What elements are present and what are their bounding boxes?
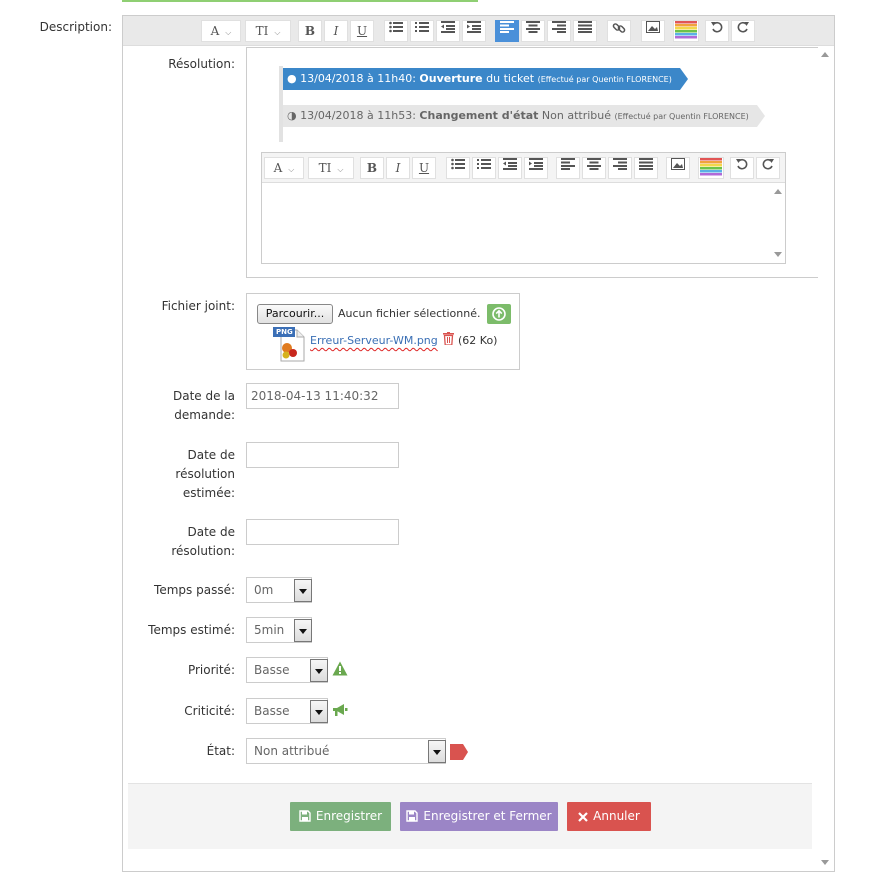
dropdown-arrow-icon[interactable] xyxy=(294,619,312,642)
outdent-icon[interactable] xyxy=(498,157,522,179)
description-label: Description: xyxy=(39,20,112,34)
state-label: État: xyxy=(206,744,235,758)
scroll-up-arrow-icon[interactable] xyxy=(821,52,829,57)
resolution-date-field[interactable] xyxy=(246,519,399,545)
save-and-close-button[interactable]: Enregistrer et Fermer xyxy=(400,802,558,831)
chevron-down-icon: ⌵ xyxy=(288,165,295,174)
font-size-button[interactable]: TI ⌵ xyxy=(245,20,291,42)
redo-icon[interactable] xyxy=(731,20,755,42)
bullet-list-icon[interactable] xyxy=(384,20,408,42)
underline-button[interactable]: U xyxy=(350,20,374,42)
no-file-text: Aucun fichier sélectionné. xyxy=(338,307,481,320)
chevron-down-icon: ⌵ xyxy=(274,28,281,37)
dropdown-arrow-icon[interactable] xyxy=(428,740,446,763)
bullet-list-icon[interactable] xyxy=(446,157,470,179)
font-size-button[interactable]: TI ⌵ xyxy=(308,157,354,179)
resolution-editor-toolbar: A ⌵ TI ⌵ B I U xyxy=(262,153,785,183)
color-picker-icon[interactable] xyxy=(698,157,724,179)
half-circle-icon: ◑ xyxy=(287,109,297,122)
criticality-select[interactable]: Basse xyxy=(246,698,328,724)
color-picker-icon[interactable] xyxy=(673,20,699,42)
numbered-list-icon[interactable] xyxy=(472,157,496,179)
underline-button[interactable]: U xyxy=(412,157,436,179)
undo-icon[interactable] xyxy=(705,20,729,42)
estimated-resolution-date-label: Date de résolution estimée: xyxy=(175,448,235,500)
align-center-icon[interactable] xyxy=(582,157,606,179)
chevron-down-icon: ⌵ xyxy=(337,165,344,174)
floppy-disk-icon xyxy=(406,810,419,822)
image-icon[interactable] xyxy=(641,20,665,42)
align-left-icon[interactable] xyxy=(556,157,580,179)
circle-icon: ● xyxy=(287,72,297,85)
image-icon[interactable] xyxy=(666,157,690,179)
align-left-icon[interactable] xyxy=(495,20,519,42)
form-actions-bar: Enregistrer Enregistrer et Fermer Annule… xyxy=(128,783,812,849)
justify-icon[interactable] xyxy=(573,20,597,42)
time-spent-label: Temps passé: xyxy=(154,583,235,597)
priority-select[interactable]: Basse xyxy=(246,657,328,683)
numbered-list-icon[interactable] xyxy=(410,20,434,42)
browse-button[interactable]: Parcourir... xyxy=(257,304,333,324)
priority-label: Priorité: xyxy=(187,663,235,677)
scroll-down-arrow-icon[interactable] xyxy=(774,252,782,257)
cancel-button[interactable]: Annuler xyxy=(567,802,651,831)
state-flag-icon xyxy=(450,744,468,760)
time-spent-select[interactable]: 0m xyxy=(246,577,312,603)
estimated-resolution-date-field[interactable] xyxy=(246,442,399,468)
timeline-entry: ◑ 13/04/2018 à 11h53: Changement d'état … xyxy=(283,105,765,127)
bold-button[interactable]: B xyxy=(360,157,384,179)
time-estimated-select[interactable]: 5min xyxy=(246,617,312,643)
font-family-button[interactable]: A ⌵ xyxy=(264,157,304,179)
undo-icon[interactable] xyxy=(730,157,754,179)
megaphone-icon xyxy=(332,703,348,717)
resolution-date-label: Date de résolution: xyxy=(171,525,235,558)
align-center-icon[interactable] xyxy=(521,20,545,42)
italic-button[interactable]: I xyxy=(324,20,348,42)
link-icon[interactable] xyxy=(607,20,631,42)
align-right-icon[interactable] xyxy=(608,157,632,179)
save-button[interactable]: Enregistrer xyxy=(290,802,391,831)
align-right-icon[interactable] xyxy=(547,20,571,42)
resolution-editor-scrollbar[interactable] xyxy=(771,183,785,263)
attachment-panel: Parcourir... Aucun fichier sélectionné. … xyxy=(246,293,520,370)
time-estimated-label: Temps estimé: xyxy=(148,623,235,637)
editor-scrollbar[interactable] xyxy=(817,46,834,871)
dropdown-arrow-icon[interactable] xyxy=(310,659,328,682)
scroll-down-arrow-icon[interactable] xyxy=(821,860,829,865)
chevron-down-icon: ⌵ xyxy=(225,28,232,37)
trash-icon[interactable] xyxy=(443,332,455,346)
top-accent-line xyxy=(122,0,478,2)
criticality-label: Criticité: xyxy=(184,704,235,718)
upload-arrow-icon xyxy=(492,307,506,321)
floppy-disk-icon xyxy=(299,810,311,822)
attachment-label: Fichier joint: xyxy=(161,299,235,313)
redo-icon[interactable] xyxy=(756,157,780,179)
dropdown-arrow-icon[interactable] xyxy=(294,579,312,602)
resolution-label: Résolution: xyxy=(168,57,235,71)
outdent-icon[interactable] xyxy=(436,20,460,42)
resolution-editor[interactable]: A ⌵ TI ⌵ B I U xyxy=(261,152,786,264)
indent-icon[interactable] xyxy=(462,20,486,42)
editor-toolbar: A ⌵ TI ⌵ B I U xyxy=(123,16,834,46)
attachment-file-link[interactable]: Erreur-Serveur-WM.png xyxy=(310,332,438,350)
png-file-icon: PNG xyxy=(273,326,307,362)
upload-button[interactable] xyxy=(487,304,511,324)
warning-triangle-icon xyxy=(332,661,348,677)
request-date-field[interactable]: 2018-04-13 11:40:32 xyxy=(246,383,399,409)
bold-button[interactable]: B xyxy=(298,20,322,42)
indent-icon[interactable] xyxy=(524,157,548,179)
request-date-label: Date de la demande: xyxy=(173,389,235,422)
close-icon xyxy=(578,812,588,822)
dropdown-arrow-icon[interactable] xyxy=(310,700,328,723)
font-family-button[interactable]: A ⌵ xyxy=(201,20,241,42)
attachment-file-size: (62 Ko) xyxy=(458,334,498,347)
resolution-panel: ● 13/04/2018 à 11h40: Ouverture du ticke… xyxy=(246,47,818,278)
state-select[interactable]: Non attribué xyxy=(246,738,446,764)
timeline-entry: ● 13/04/2018 à 11h40: Ouverture du ticke… xyxy=(283,68,688,90)
justify-icon[interactable] xyxy=(634,157,658,179)
italic-button[interactable]: I xyxy=(386,157,410,179)
scroll-up-arrow-icon[interactable] xyxy=(774,189,782,194)
